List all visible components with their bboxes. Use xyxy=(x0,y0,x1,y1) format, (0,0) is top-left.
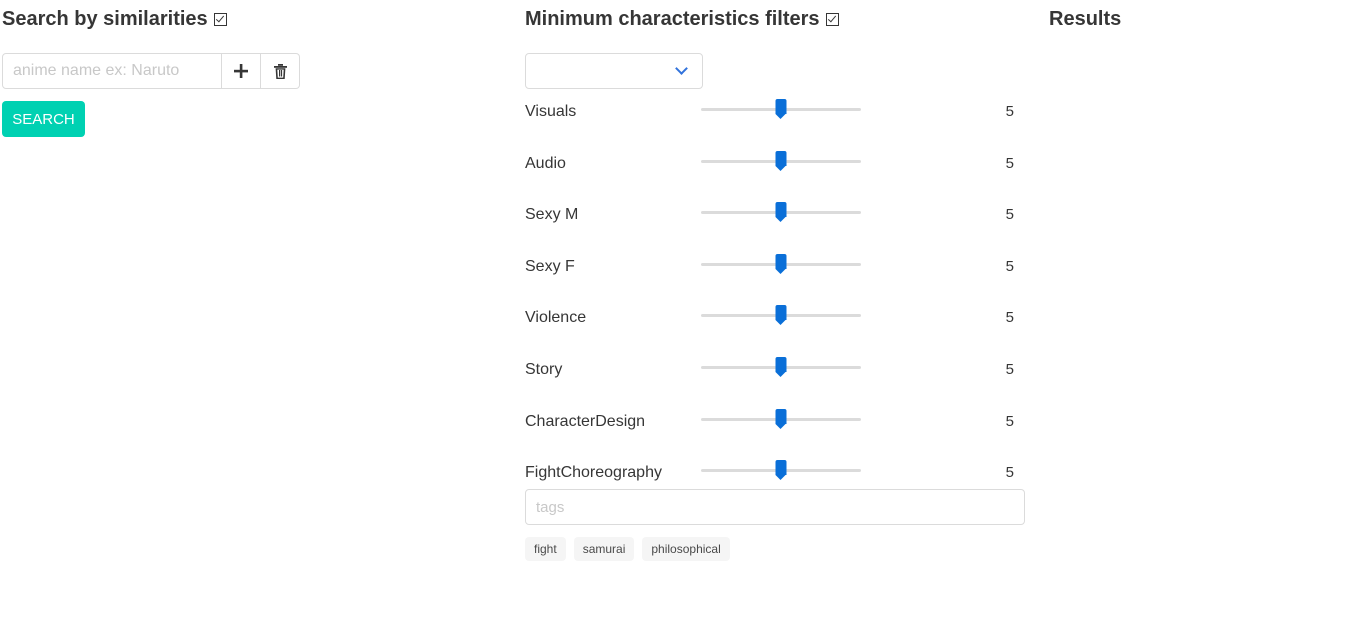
slider-thumb[interactable] xyxy=(775,253,787,274)
slider-value: 5 xyxy=(1005,257,1014,275)
filter-select[interactable] xyxy=(525,53,703,89)
slider-row: Sexy F 5 xyxy=(525,253,1025,283)
trash-icon xyxy=(273,63,287,79)
page: Search by similarities S xyxy=(0,0,1364,639)
slider-label: Sexy M xyxy=(525,206,579,224)
search-button[interactable]: SEARCH xyxy=(2,101,85,137)
slider-thumb[interactable] xyxy=(775,99,787,119)
slider-row: Audio 5 xyxy=(525,150,1025,180)
slider-label: Visuals xyxy=(525,103,577,120)
slider-row: Visuals 5 xyxy=(525,98,1025,128)
results-heading: Results xyxy=(1049,8,1121,31)
anime-search-group xyxy=(2,53,300,89)
anime-name-input[interactable] xyxy=(2,53,222,89)
slider-thumb[interactable] xyxy=(775,150,787,171)
slider-value: 5 xyxy=(1005,309,1014,327)
slider-value: 5 xyxy=(1005,361,1014,378)
slider-value: 5 xyxy=(1005,412,1014,430)
slider-thumb[interactable] xyxy=(775,305,787,326)
slider-row: FightChoreography 5 xyxy=(525,459,1025,489)
slider-label: Sexy F xyxy=(525,257,575,275)
checkbox-icon[interactable] xyxy=(213,13,227,26)
slider-row: CharacterDesign 5 xyxy=(525,408,1025,438)
similarities-title: Search by similarities xyxy=(2,8,208,30)
tag-list: fight samurai philosophical xyxy=(525,537,730,561)
slider-track[interactable] xyxy=(701,460,861,481)
slider-thumb[interactable] xyxy=(775,357,787,377)
similarities-heading: Search by similarities xyxy=(2,8,227,31)
slider-label: Violence xyxy=(525,309,587,327)
slider-thumb[interactable] xyxy=(775,408,787,429)
slider-value: 5 xyxy=(1005,464,1014,482)
tag[interactable]: fight xyxy=(525,537,566,561)
tags-input[interactable] xyxy=(525,489,1025,525)
slider-track[interactable] xyxy=(701,253,861,274)
slider-row: Violence 5 xyxy=(525,304,1025,334)
slider-row: Story 5 xyxy=(525,356,1025,386)
slider-row: Sexy M 5 xyxy=(525,201,1025,231)
slider-track[interactable] xyxy=(701,357,861,377)
tag[interactable]: philosophical xyxy=(642,537,730,561)
slider-value: 5 xyxy=(1005,154,1014,172)
slider-value: 5 xyxy=(1005,103,1014,120)
add-anime-button[interactable] xyxy=(222,53,261,89)
slider-track[interactable] xyxy=(701,202,861,223)
slider-label: CharacterDesign xyxy=(525,412,646,430)
slider-thumb[interactable] xyxy=(775,460,787,481)
slider-thumb[interactable] xyxy=(775,202,787,223)
slider-track[interactable] xyxy=(701,305,861,326)
slider-track[interactable] xyxy=(701,99,861,119)
slider-value: 5 xyxy=(1005,206,1014,224)
plus-icon xyxy=(234,64,248,78)
filters-title: Minimum characteristics filters xyxy=(525,8,820,30)
slider-label: Audio xyxy=(525,154,566,172)
filters-heading: Minimum characteristics filters xyxy=(525,8,839,31)
slider-track[interactable] xyxy=(701,150,861,171)
results-title: Results xyxy=(1049,8,1122,30)
checkbox-icon[interactable] xyxy=(825,13,839,26)
chevron-down-icon xyxy=(675,62,688,75)
tag[interactable]: samurai xyxy=(573,537,635,561)
slider-label: FightChoreography xyxy=(525,464,662,482)
clear-anime-button[interactable] xyxy=(261,53,300,89)
slider-track[interactable] xyxy=(701,408,861,429)
slider-label: Story xyxy=(525,361,563,378)
